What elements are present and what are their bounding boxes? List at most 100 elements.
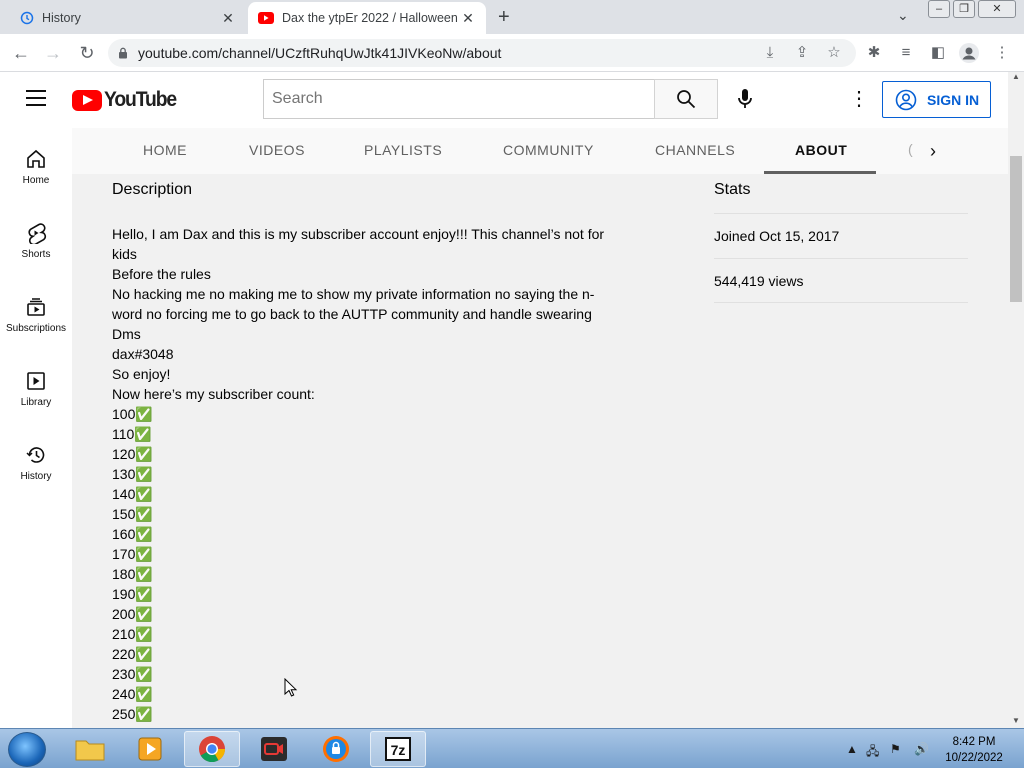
show-hidden-icons-icon[interactable]: ▲: [846, 742, 858, 756]
shorts-icon: [28, 223, 47, 244]
back-button[interactable]: ←: [10, 42, 32, 64]
description-line: 180✅: [112, 566, 153, 582]
description-line: So enjoy!: [112, 366, 171, 382]
stats-heading: Stats: [714, 181, 751, 198]
youtube-icon: [258, 12, 274, 24]
address-bar[interactable]: youtube.com/channel/UCzftRuhqUwJtk41JIVK…: [108, 39, 856, 67]
chevron-right-icon[interactable]: ›: [930, 141, 936, 162]
nav-label: Library: [20, 397, 52, 408]
taskbar-explorer[interactable]: [62, 731, 118, 767]
taskbar-media-player[interactable]: [122, 731, 178, 767]
start-button[interactable]: [8, 732, 46, 767]
windows-taskbar: 7z ▲ 🖧 ⚑ 🔊 8:42 PM 10/22/2022: [0, 728, 1024, 768]
url-text: youtube.com/channel/UCzftRuhqUwJtk41JIVK…: [138, 45, 502, 61]
taskbar-screen-recorder[interactable]: [246, 731, 302, 767]
youtube-logo[interactable]: YouTube: [72, 88, 182, 112]
search-input[interactable]: [263, 79, 655, 119]
profile-avatar[interactable]: [959, 43, 979, 63]
media-player-icon: [138, 737, 162, 761]
svg-text:7z: 7z: [391, 742, 406, 758]
minimize-button[interactable]: –: [928, 0, 950, 18]
scrollbar-thumb[interactable]: [1010, 156, 1022, 302]
voice-search-button[interactable]: [735, 87, 755, 111]
chrome-icon: [199, 736, 226, 763]
browser-tab-strip: History ✕ Dax the ytpEr 2022 / Halloween…: [0, 0, 1024, 34]
description-line: 200✅: [112, 606, 153, 622]
description-line: 240✅: [112, 686, 153, 702]
forward-button[interactable]: →: [42, 42, 64, 64]
youtube-play-icon: [72, 89, 102, 111]
logo-text: YouTube: [104, 88, 177, 111]
search-icon: [677, 90, 696, 109]
nav-item-shorts[interactable]: Shorts: [0, 222, 72, 260]
profile-icon: [962, 47, 976, 60]
tab-home[interactable]: HOME: [143, 128, 187, 174]
new-tab-button[interactable]: +: [498, 6, 510, 29]
volume-icon[interactable]: 🔊: [914, 742, 929, 756]
tab-history[interactable]: History ✕: [10, 2, 246, 34]
history-icon: [26, 447, 45, 463]
tab-channels[interactable]: CHANNELS: [655, 128, 735, 174]
tab-title: History: [42, 11, 81, 25]
media-control-icon[interactable]: ≡: [896, 43, 916, 63]
subscriptions-icon: [27, 298, 45, 316]
description-line: 100✅: [112, 406, 153, 422]
side-panel-icon[interactable]: ◧: [928, 43, 948, 63]
tab-title: Dax the ytpEr 2022 / Halloween: [282, 11, 458, 25]
action-center-flag-icon[interactable]: ⚑: [890, 742, 901, 756]
description-line: 170✅: [112, 546, 153, 562]
close-window-button[interactable]: ✕: [978, 0, 1016, 18]
folder-icon: [75, 740, 105, 761]
channel-tabs: HOME VIDEOS PLAYLISTS COMMUNITY CHANNELS…: [72, 128, 1008, 174]
hamburger-menu-icon[interactable]: [26, 90, 46, 111]
description-line: 160✅: [112, 526, 153, 542]
browser-toolbar: ← → ↻ youtube.com/channel/UCzftRuhqUwJtk…: [0, 34, 1024, 72]
page-scrollbar[interactable]: ▲ ▼: [1008, 72, 1024, 728]
description-line: Dms: [112, 326, 141, 342]
about-content: Description Hello, I am Dax and this is …: [72, 174, 1008, 728]
settings-dots-icon[interactable]: ⋮: [849, 88, 869, 110]
nav-item-library[interactable]: Library: [0, 370, 72, 408]
youtube-header: YouTube ⋮ SIGN IN: [0, 72, 1008, 128]
taskbar-7zip[interactable]: 7z: [370, 731, 426, 767]
browser-menu-icon[interactable]: ⋮: [992, 43, 1012, 63]
description-line: dax#3048: [112, 346, 174, 362]
description-text: Hello, I am Dax and this is my subscribe…: [112, 224, 612, 724]
microphone-icon: [738, 89, 752, 108]
tab-search-chevron-icon[interactable]: ⌄: [897, 7, 909, 24]
taskbar-chrome[interactable]: [184, 731, 240, 767]
description-line: 110✅: [112, 426, 152, 442]
search-button[interactable]: [654, 79, 718, 119]
scroll-up-arrow-icon[interactable]: ▲: [1012, 72, 1020, 81]
nav-item-history[interactable]: History: [0, 444, 72, 482]
install-icon[interactable]: ⤓: [760, 43, 780, 63]
tab-youtube[interactable]: Dax the ytpEr 2022 / Halloween ✕: [248, 2, 486, 34]
reload-button[interactable]: ↻: [76, 42, 98, 64]
joined-date: Joined Oct 15, 2017: [714, 213, 968, 258]
taskbar-vpn[interactable]: [308, 731, 364, 767]
tab-playlists[interactable]: PLAYLISTS: [364, 128, 442, 174]
description-line: 150✅: [112, 506, 153, 522]
extensions-icon[interactable]: ✱: [864, 43, 884, 63]
nav-item-home[interactable]: Home: [0, 148, 72, 186]
sign-in-button[interactable]: SIGN IN: [882, 81, 991, 118]
tab-about[interactable]: ABOUT: [795, 128, 847, 174]
close-tab-icon[interactable]: ✕: [220, 10, 236, 27]
description-line: 120✅: [112, 446, 153, 462]
clock-date: 10/22/2022: [945, 752, 1003, 764]
nav-label: History: [20, 471, 52, 482]
vpn-shield-icon: [323, 736, 349, 762]
close-tab-icon[interactable]: ✕: [460, 10, 476, 27]
network-icon[interactable]: 🖧: [866, 742, 879, 763]
description-line: Now here’s my subscriber count:: [112, 386, 315, 402]
system-clock[interactable]: 8:42 PM 10/22/2022: [944, 734, 1004, 766]
tab-community[interactable]: COMMUNITY: [503, 128, 594, 174]
share-icon[interactable]: ⇪: [792, 43, 812, 63]
maximize-button[interactable]: ❐: [953, 0, 975, 18]
bookmark-star-icon[interactable]: ☆: [824, 43, 844, 63]
home-icon: [27, 149, 45, 168]
nav-item-subscriptions[interactable]: Subscriptions: [0, 296, 72, 334]
nav-label: Home: [22, 175, 50, 186]
scroll-down-arrow-icon[interactable]: ▼: [1012, 716, 1020, 725]
tab-videos[interactable]: VIDEOS: [249, 128, 305, 174]
